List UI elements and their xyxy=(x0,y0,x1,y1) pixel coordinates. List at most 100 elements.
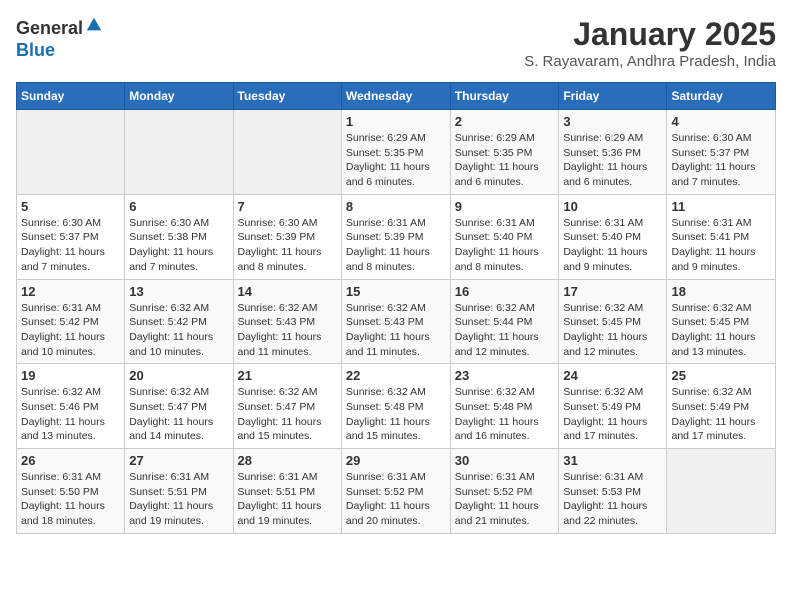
day-number: 19 xyxy=(21,368,120,383)
day-number: 4 xyxy=(671,114,771,129)
calendar-week-row: 1 Sunrise: 6:29 AM Sunset: 5:35 PM Daylig… xyxy=(17,110,776,195)
calendar-day-cell: 16 Sunrise: 6:32 AM Sunset: 5:44 PM Dayli… xyxy=(450,279,559,364)
title-block: January 2025 S. Rayavaram, Andhra Prades… xyxy=(524,16,776,70)
calendar-day-cell xyxy=(233,110,341,195)
day-info: Sunrise: 6:31 AM Sunset: 5:42 PM Dayligh… xyxy=(21,301,120,360)
calendar-week-row: 5 Sunrise: 6:30 AM Sunset: 5:37 PM Daylig… xyxy=(17,194,776,279)
day-number: 13 xyxy=(129,284,228,299)
calendar-day-cell: 10 Sunrise: 6:31 AM Sunset: 5:40 PM Dayli… xyxy=(559,194,667,279)
calendar-day-cell: 26Sunrise: 6:31 AM Sunset: 5:50 PM Dayli… xyxy=(17,449,125,534)
page-subtitle: S. Rayavaram, Andhra Pradesh, India xyxy=(524,53,776,70)
day-number: 11 xyxy=(671,199,771,214)
calendar-day-cell: 9 Sunrise: 6:31 AM Sunset: 5:40 PM Daylig… xyxy=(450,194,559,279)
calendar-header-row: SundayMondayTuesdayWednesdayThursdayFrid… xyxy=(17,83,776,110)
calendar-week-row: 12 Sunrise: 6:31 AM Sunset: 5:42 PM Dayli… xyxy=(17,279,776,364)
calendar-day-cell: 2 Sunrise: 6:29 AM Sunset: 5:35 PM Daylig… xyxy=(450,110,559,195)
day-info: Sunrise: 6:32 AM Sunset: 5:44 PM Dayligh… xyxy=(455,301,555,360)
day-number: 25 xyxy=(671,368,771,383)
calendar-day-cell: 24 Sunrise: 6:32 AM Sunset: 5:49 PM Dayli… xyxy=(559,364,667,449)
day-number: 6 xyxy=(129,199,228,214)
day-number: 16 xyxy=(455,284,555,299)
logo-general: General xyxy=(16,18,83,38)
day-number: 7 xyxy=(238,199,337,214)
day-number: 31 xyxy=(563,453,662,468)
calendar-header-cell: Tuesday xyxy=(233,83,341,110)
day-number: 9 xyxy=(455,199,555,214)
logo-blue: Blue xyxy=(16,40,55,60)
day-info: Sunrise: 6:30 AM Sunset: 5:37 PM Dayligh… xyxy=(21,216,120,275)
day-info: Sunrise: 6:32 AM Sunset: 5:48 PM Dayligh… xyxy=(346,385,446,444)
calendar-day-cell: 15 Sunrise: 6:32 AM Sunset: 5:43 PM Dayli… xyxy=(341,279,450,364)
calendar-header-cell: Saturday xyxy=(667,83,776,110)
day-info: Sunrise: 6:31 AM Sunset: 5:39 PM Dayligh… xyxy=(346,216,446,275)
calendar-day-cell: 1Sunrise: 6:29 AM Sunset: 5:35 PM Daylig… xyxy=(341,110,450,195)
day-info: Sunrise: 6:31 AM Sunset: 5:50 PM Dayligh… xyxy=(21,470,120,529)
day-info: Sunrise: 6:32 AM Sunset: 5:49 PM Dayligh… xyxy=(671,385,771,444)
calendar-day-cell: 12 Sunrise: 6:31 AM Sunset: 5:42 PM Dayli… xyxy=(17,279,125,364)
calendar-day-cell: 23Sunrise: 6:32 AM Sunset: 5:48 PM Dayli… xyxy=(450,364,559,449)
calendar-day-cell: 8Sunrise: 6:31 AM Sunset: 5:39 PM Daylig… xyxy=(341,194,450,279)
day-info: Sunrise: 6:31 AM Sunset: 5:40 PM Dayligh… xyxy=(563,216,662,275)
calendar-day-cell: 19 Sunrise: 6:32 AM Sunset: 5:46 PM Dayli… xyxy=(17,364,125,449)
calendar-day-cell: 25 Sunrise: 6:32 AM Sunset: 5:49 PM Dayli… xyxy=(667,364,776,449)
day-number: 20 xyxy=(129,368,228,383)
calendar-day-cell: 6Sunrise: 6:30 AM Sunset: 5:38 PM Daylig… xyxy=(125,194,233,279)
day-number: 3 xyxy=(563,114,662,129)
day-info: Sunrise: 6:31 AM Sunset: 5:40 PM Dayligh… xyxy=(455,216,555,275)
calendar-header-cell: Monday xyxy=(125,83,233,110)
calendar-day-cell: 4Sunrise: 6:30 AM Sunset: 5:37 PM Daylig… xyxy=(667,110,776,195)
calendar-week-row: 26Sunrise: 6:31 AM Sunset: 5:50 PM Dayli… xyxy=(17,449,776,534)
day-number: 14 xyxy=(238,284,337,299)
day-info: Sunrise: 6:32 AM Sunset: 5:48 PM Dayligh… xyxy=(455,385,555,444)
day-info: Sunrise: 6:32 AM Sunset: 5:46 PM Dayligh… xyxy=(21,385,120,444)
calendar-day-cell xyxy=(125,110,233,195)
calendar-body: 1 Sunrise: 6:29 AM Sunset: 5:35 PM Daylig… xyxy=(17,110,776,534)
day-number: 24 xyxy=(563,368,662,383)
logo: General Blue xyxy=(16,16,103,61)
calendar-header-cell: Wednesday xyxy=(341,83,450,110)
day-number: 15 xyxy=(346,284,446,299)
day-number: 21 xyxy=(238,368,337,383)
page-title: January 2025 xyxy=(524,16,776,53)
day-info: Sunrise: 6:31 AM Sunset: 5:53 PM Dayligh… xyxy=(563,470,662,529)
day-info: Sunrise: 6:32 AM Sunset: 5:45 PM Dayligh… xyxy=(563,301,662,360)
day-info: Sunrise: 6:32 AM Sunset: 5:43 PM Dayligh… xyxy=(346,301,446,360)
day-number: 2 xyxy=(455,114,555,129)
day-info: Sunrise: 6:31 AM Sunset: 5:51 PM Dayligh… xyxy=(238,470,337,529)
calendar-table: SundayMondayTuesdayWednesdayThursdayFrid… xyxy=(16,82,776,534)
day-number: 12 xyxy=(21,284,120,299)
calendar-week-row: 19 Sunrise: 6:32 AM Sunset: 5:46 PM Dayli… xyxy=(17,364,776,449)
calendar-day-cell: 30 Sunrise: 6:31 AM Sunset: 5:52 PM Dayli… xyxy=(450,449,559,534)
day-info: Sunrise: 6:32 AM Sunset: 5:42 PM Dayligh… xyxy=(129,301,228,360)
day-info: Sunrise: 6:31 AM Sunset: 5:52 PM Dayligh… xyxy=(455,470,555,529)
day-info: Sunrise: 6:32 AM Sunset: 5:49 PM Dayligh… xyxy=(563,385,662,444)
day-info: Sunrise: 6:31 AM Sunset: 5:51 PM Dayligh… xyxy=(129,470,228,529)
calendar-day-cell: 31 Sunrise: 6:31 AM Sunset: 5:53 PM Dayli… xyxy=(559,449,667,534)
day-info: Sunrise: 6:29 AM Sunset: 5:35 PM Dayligh… xyxy=(455,131,555,190)
day-number: 18 xyxy=(671,284,771,299)
day-number: 29 xyxy=(346,453,446,468)
day-number: 28 xyxy=(238,453,337,468)
calendar-day-cell: 13 Sunrise: 6:32 AM Sunset: 5:42 PM Dayli… xyxy=(125,279,233,364)
day-number: 5 xyxy=(21,199,120,214)
day-number: 22 xyxy=(346,368,446,383)
day-number: 30 xyxy=(455,453,555,468)
calendar-day-cell xyxy=(667,449,776,534)
day-number: 27 xyxy=(129,453,228,468)
calendar-day-cell: 28 Sunrise: 6:31 AM Sunset: 5:51 PM Dayli… xyxy=(233,449,341,534)
day-number: 17 xyxy=(563,284,662,299)
calendar-day-cell: 22 Sunrise: 6:32 AM Sunset: 5:48 PM Dayli… xyxy=(341,364,450,449)
day-info: Sunrise: 6:32 AM Sunset: 5:47 PM Dayligh… xyxy=(129,385,228,444)
day-info: Sunrise: 6:31 AM Sunset: 5:41 PM Dayligh… xyxy=(671,216,771,275)
day-info: Sunrise: 6:32 AM Sunset: 5:43 PM Dayligh… xyxy=(238,301,337,360)
calendar-day-cell: 29 Sunrise: 6:31 AM Sunset: 5:52 PM Dayli… xyxy=(341,449,450,534)
day-info: Sunrise: 6:31 AM Sunset: 5:52 PM Dayligh… xyxy=(346,470,446,529)
logo-icon xyxy=(85,16,103,34)
calendar-day-cell: 20 Sunrise: 6:32 AM Sunset: 5:47 PM Dayli… xyxy=(125,364,233,449)
calendar-day-cell: 27 Sunrise: 6:31 AM Sunset: 5:51 PM Dayli… xyxy=(125,449,233,534)
day-number: 10 xyxy=(563,199,662,214)
day-info: Sunrise: 6:30 AM Sunset: 5:39 PM Dayligh… xyxy=(238,216,337,275)
day-number: 1 xyxy=(346,114,446,129)
calendar-day-cell xyxy=(17,110,125,195)
calendar-day-cell: 11 Sunrise: 6:31 AM Sunset: 5:41 PM Dayli… xyxy=(667,194,776,279)
